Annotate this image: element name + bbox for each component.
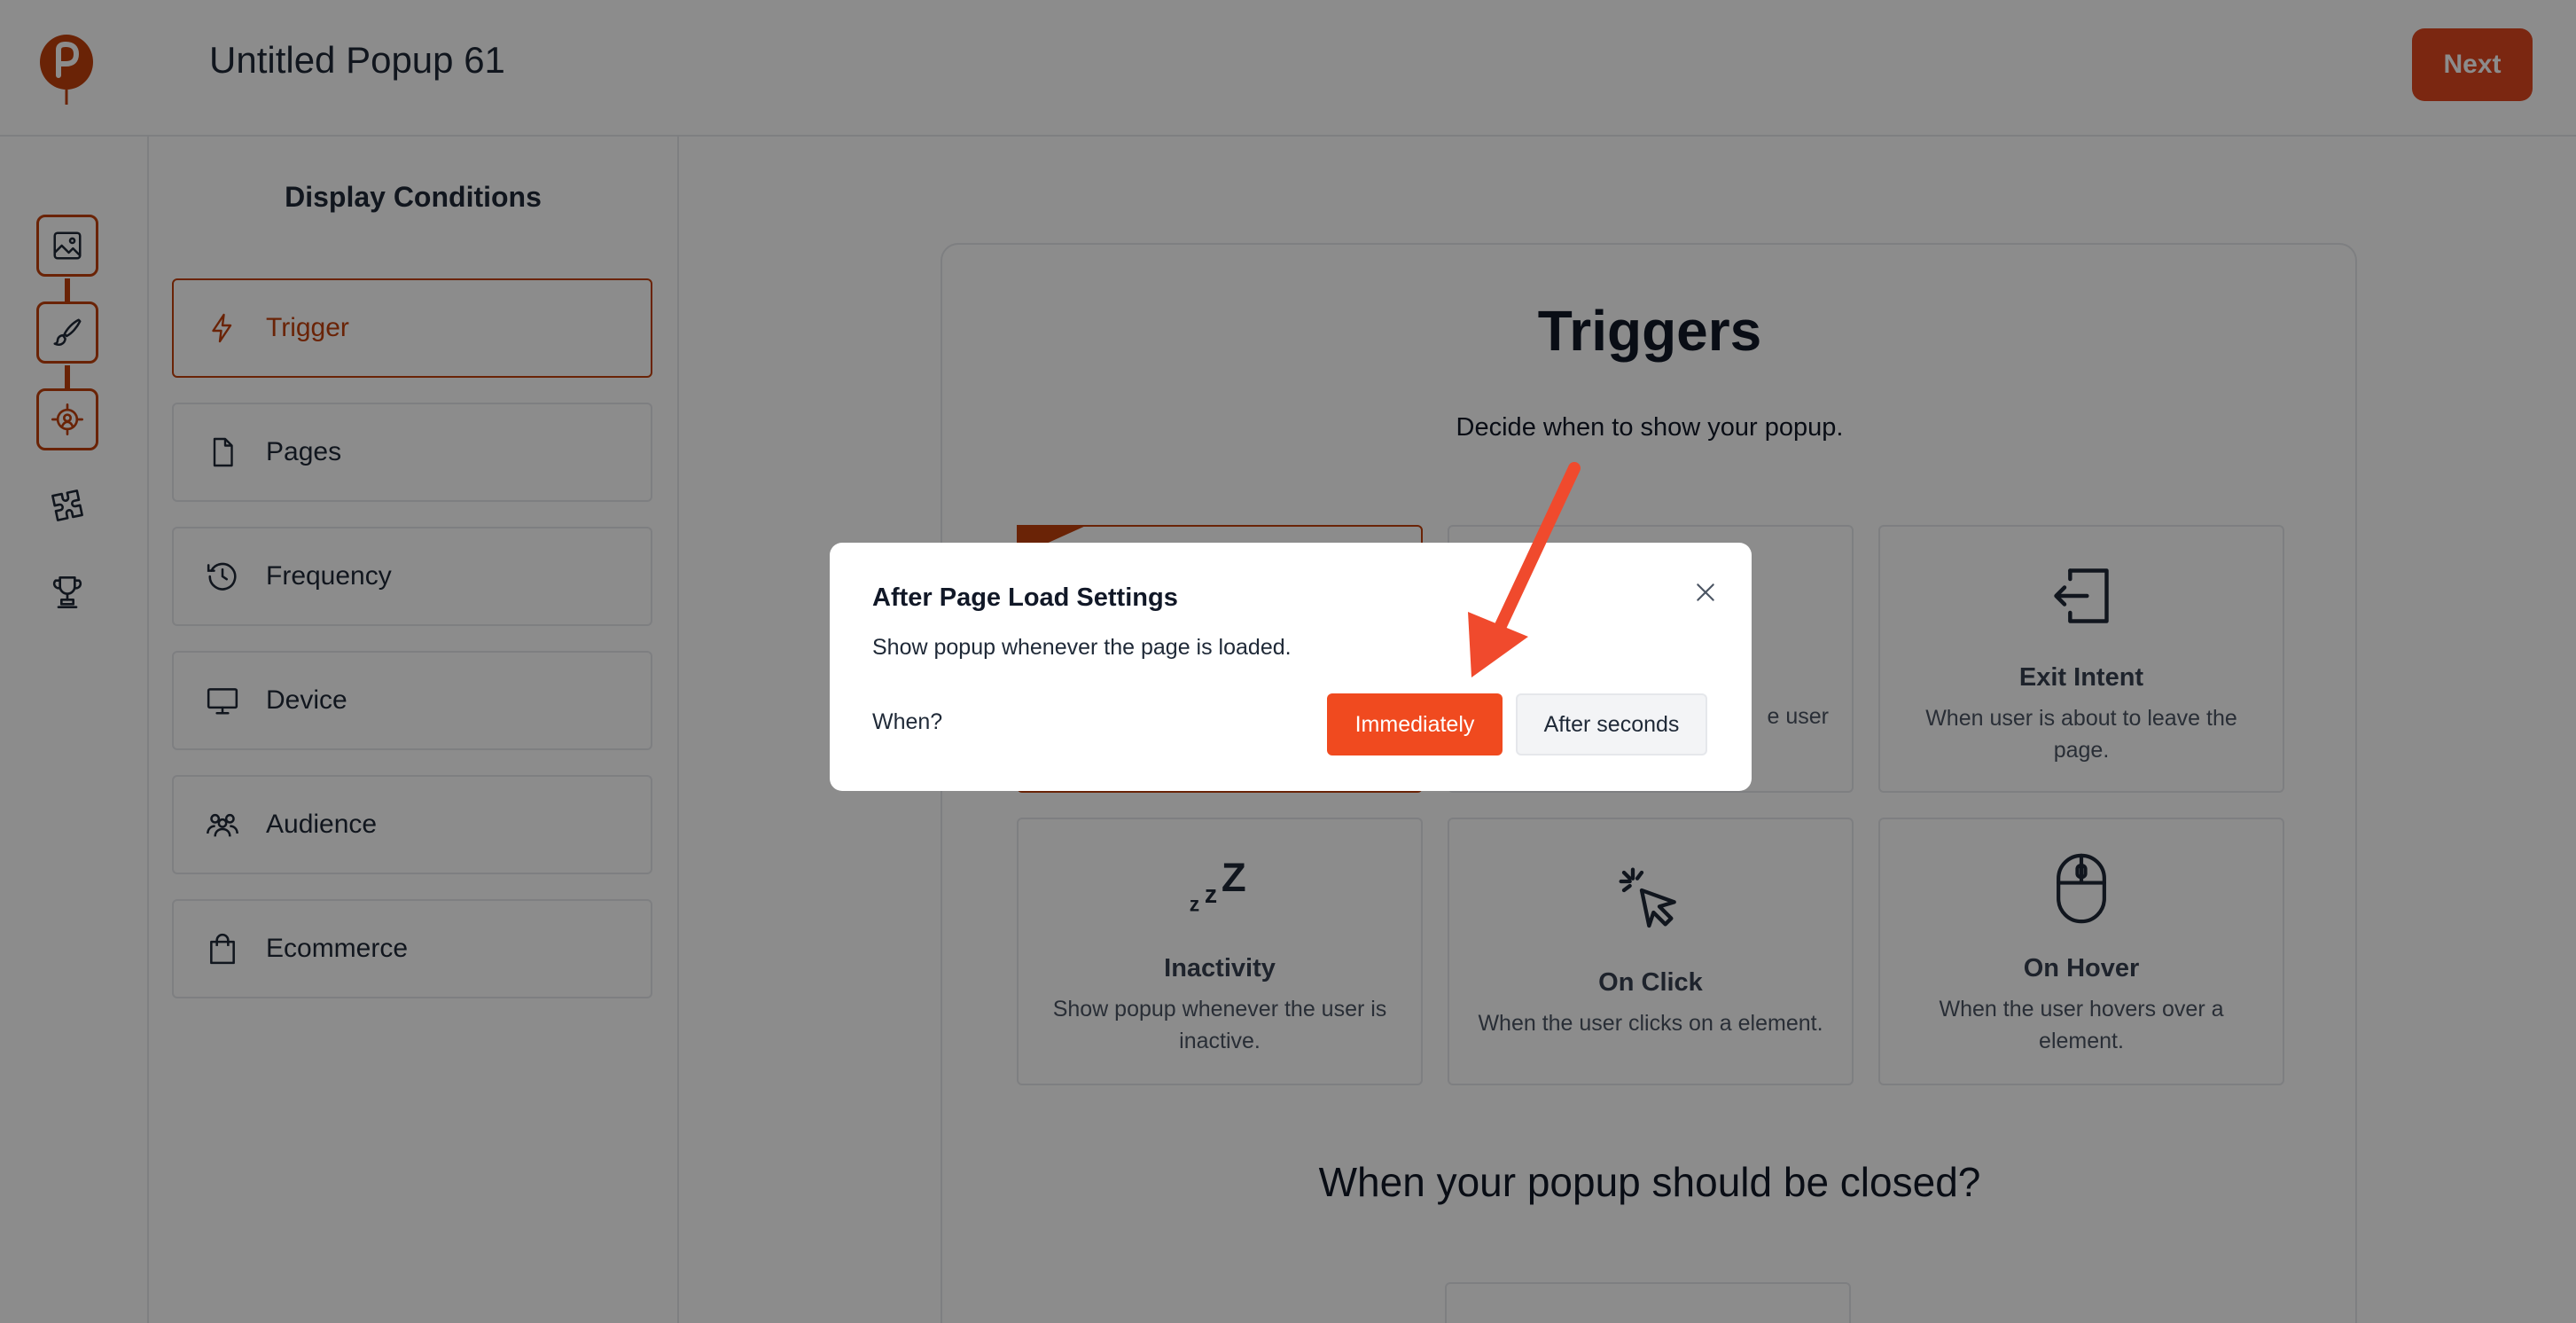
when-label: When?: [872, 709, 943, 734]
modal-title: After Page Load Settings: [872, 583, 1178, 612]
after-seconds-button[interactable]: After seconds: [1516, 693, 1707, 755]
immediately-button[interactable]: Immediately: [1327, 693, 1503, 755]
modal-description: Show popup whenever the page is loaded.: [872, 635, 1292, 660]
after-page-load-settings-modal: After Page Load Settings Show popup when…: [830, 543, 1752, 791]
close-icon[interactable]: [1688, 575, 1723, 610]
